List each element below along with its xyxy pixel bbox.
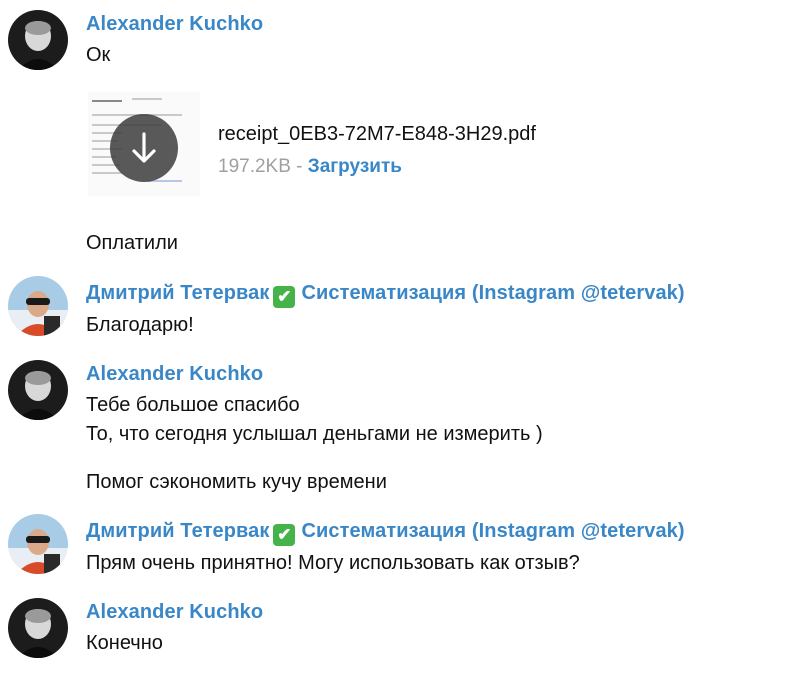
- file-size: 197.2KB: [218, 156, 291, 177]
- message-text: Конечно: [86, 632, 163, 654]
- avatar-alexander-kuchko[interactable]: [8, 10, 68, 70]
- file-name[interactable]: receipt_0EB3-72M7-E848-3H29.pdf: [218, 123, 536, 146]
- sender-name[interactable]: Alexander Kuchko: [86, 601, 263, 624]
- sender-name[interactable]: Alexander Kuchko: [86, 363, 263, 386]
- message-text: Помог сэкономить кучу времени: [86, 471, 387, 493]
- message-text: Прям очень принятно! Могу использовать к…: [86, 552, 580, 574]
- check-mark-icon: ✔: [273, 286, 296, 308]
- avatar-image: [8, 514, 68, 574]
- message-text: Тебе большое спасибо: [86, 394, 300, 416]
- avatar-alexander-kuchko[interactable]: [8, 360, 68, 420]
- sender-name[interactable]: Дмитрий Тетервак ✔ Систематизация (Instagr…: [86, 520, 685, 546]
- file-separator: -: [290, 156, 308, 177]
- message-text: То, что сегодня услышал деньгами не изме…: [86, 423, 543, 445]
- avatar-image: [8, 276, 68, 336]
- avatar-image: [8, 10, 68, 70]
- sender-first: Дмитрий Тетервак: [86, 282, 270, 304]
- sender-suffix: Систематизация (Instagram @tetervak): [301, 520, 685, 542]
- file-meta: 197.2KB - Загрузить: [218, 156, 402, 178]
- avatar-dmitry-tetervak[interactable]: [8, 514, 68, 574]
- avatar-dmitry-tetervak[interactable]: [8, 276, 68, 336]
- sender-name[interactable]: Alexander Kuchko: [86, 13, 263, 36]
- arrow-down-icon: [132, 132, 156, 163]
- sender-first: Дмитрий Тетервак: [86, 520, 270, 542]
- sender-suffix: Систематизация (Instagram @tetervak): [301, 282, 685, 304]
- message-text: Ок: [86, 44, 111, 66]
- avatar-alexander-kuchko[interactable]: [8, 598, 68, 658]
- download-button[interactable]: [110, 114, 178, 182]
- sender-name[interactable]: Дмитрий Тетервак ✔ Систематизация (Instagr…: [86, 282, 685, 308]
- download-link[interactable]: Загрузить: [308, 156, 402, 177]
- message-text: Оплатили: [86, 232, 178, 254]
- message-text: Благодарю!: [86, 314, 194, 336]
- avatar-image: [8, 360, 68, 420]
- check-mark-icon: ✔: [273, 524, 296, 546]
- avatar-image: [8, 598, 68, 658]
